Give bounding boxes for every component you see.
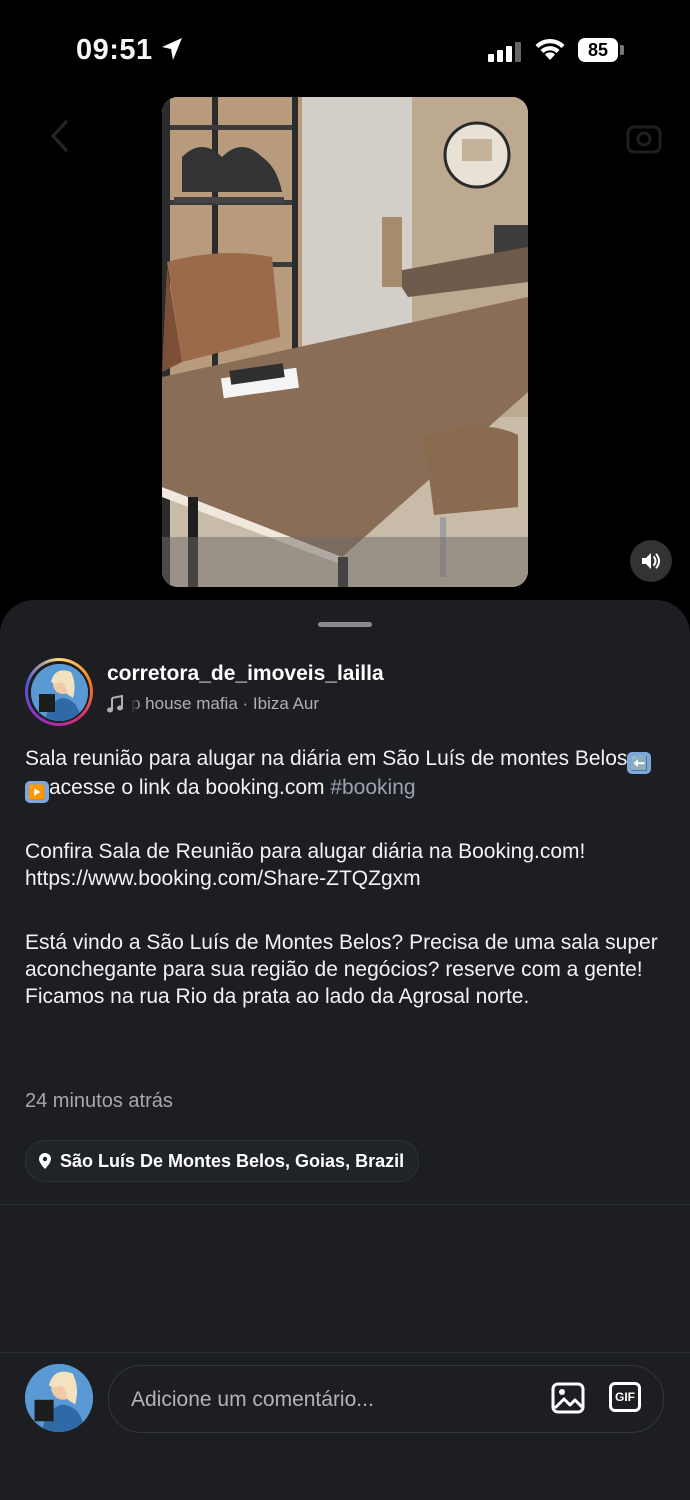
mute-button[interactable] — [630, 540, 672, 582]
post-caption: Sala reunião para alugar na diária em Sã… — [25, 745, 670, 1010]
sheet-grabber[interactable] — [318, 622, 372, 627]
battery-tip — [620, 45, 624, 55]
image-icon[interactable] — [551, 1382, 585, 1414]
reel-video[interactable] — [162, 97, 528, 587]
audio-title: p house mafia · Ibiza Aur — [131, 694, 320, 713]
caption-sheet: corretora_de_imoveis_lailla p house mafi… — [0, 600, 690, 1500]
current-user-avatar — [25, 1364, 93, 1432]
meeting-room-image — [162, 97, 528, 587]
divider — [0, 1204, 690, 1205]
music-note-icon — [107, 695, 123, 713]
location-tag[interactable]: São Luís De Montes Belos, Goias, Brazil — [25, 1140, 420, 1182]
status-time: 09:51 — [76, 34, 153, 66]
divider — [0, 1352, 690, 1353]
avatar-image — [25, 1364, 93, 1432]
post-timestamp: 24 minutos atrás — [25, 1090, 173, 1112]
location-label: São Luís De Montes Belos, Goias, Brazil — [60, 1150, 405, 1171]
comment-box: GIF — [108, 1365, 664, 1434]
comment-input[interactable] — [129, 1366, 533, 1434]
left-arrow-emoji: ⬅️ — [627, 752, 652, 774]
caption-para2-line1: Confira Sala de Reunião para alugar diár… — [25, 840, 586, 863]
avatar-image — [30, 663, 88, 721]
location-pin-icon — [39, 1153, 51, 1169]
play-emoji: ▶️ — [25, 781, 49, 803]
speaker-icon — [642, 553, 660, 569]
audio-row[interactable]: p house mafia · Ibiza Aur — [107, 694, 383, 714]
author-username[interactable]: corretora_de_imoveis_lailla — [107, 662, 384, 686]
camera-icon[interactable] — [626, 122, 662, 154]
signal-icon — [488, 40, 521, 62]
caption-line1: Sala reunião para alugar na diária em Sã… — [25, 747, 628, 770]
location-arrow-icon — [162, 38, 182, 60]
caption-para3: Está vindo a São Luís de Montes Belos? P… — [25, 931, 658, 1008]
gif-icon[interactable]: GIF — [609, 1382, 641, 1412]
battery-icon: 85 — [578, 38, 618, 62]
status-bar: 09:51 85 — [0, 0, 690, 100]
caption-line2: acesse o link da booking.com — [49, 776, 331, 799]
caption-url[interactable]: https://www.booking.com/Share-ZTQZgxm — [25, 865, 670, 892]
back-icon[interactable] — [48, 118, 72, 154]
wifi-icon — [535, 38, 565, 60]
author-avatar[interactable] — [25, 658, 93, 726]
hashtag-link[interactable]: #booking — [330, 776, 415, 799]
